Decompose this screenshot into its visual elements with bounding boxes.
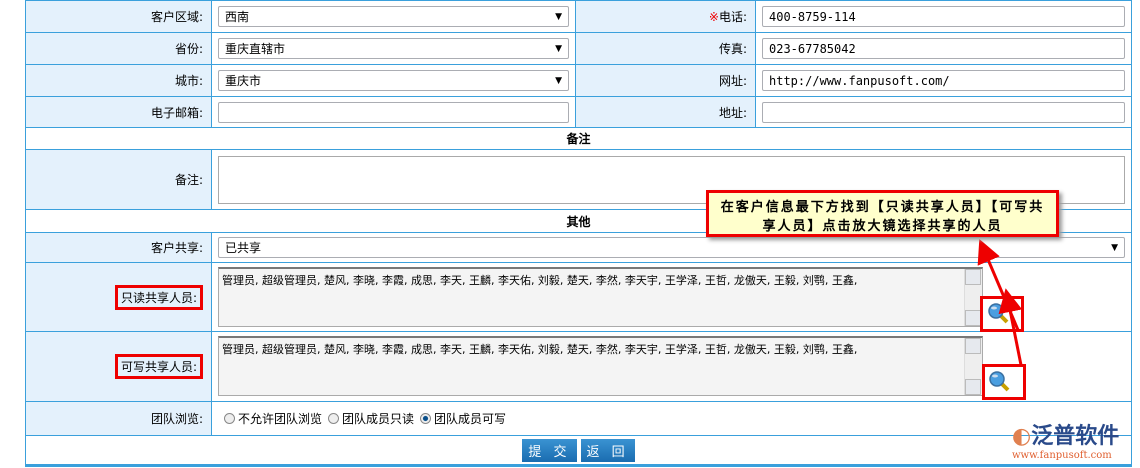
radio-team-readonly[interactable]: 团队成员只读 [328,410,414,427]
writable-share-textarea[interactable]: 管理员, 超级管理员, 楚风, 李晓, 李霞, 成思, 李天, 王麟, 李天佑,… [218,336,983,396]
writable-share-label: 可写共享人员: [114,354,203,379]
team-browse-label: 团队浏览: [26,402,212,435]
region-label: 客户区域: [26,1,212,32]
required-mark: ※ [708,9,719,24]
row-readonly-share: 只读共享人员: 管理员, 超级管理员, 楚风, 李晓, 李霞, 成思, 李天, … [26,263,1131,332]
readonly-share-label: 只读共享人员: [114,284,203,310]
row-city: 城市: 重庆市 ▼ 网址: http://www.fanpusoft.com/ [26,65,1131,97]
email-label: 电子邮箱: [26,97,212,127]
row-email: 电子邮箱: 地址: [26,97,1131,128]
chevron-down-icon: ▼ [1111,242,1118,253]
row-region: 客户区域: 西南 ▼ ※ 电话: 400-8759-114 [26,0,1131,33]
radio-label: 团队成员可写 [434,412,507,426]
remarks-section-title: 备注 [26,128,1131,149]
radio-label: 团队成员只读 [342,412,415,426]
phone-input[interactable]: 400-8759-114 [762,6,1125,27]
region-select[interactable]: 西南 ▼ [218,6,569,27]
address-label: 地址: [576,97,756,127]
share-value: 已共享 [225,241,262,255]
radio-no-team-browse[interactable]: 不允许团队浏览 [224,410,322,427]
website-input[interactable]: http://www.fanpusoft.com/ [762,70,1125,91]
email-input[interactable] [218,101,569,123]
fax-input[interactable]: 023-67785042 [762,38,1125,59]
city-label: 城市: [26,65,212,96]
phone-label: 电话: [718,10,747,24]
readonly-share-textarea[interactable]: 管理员, 超级管理员, 楚风, 李晓, 李霞, 成思, 李天, 王麟, 李天佑,… [218,267,983,327]
readonly-share-value: 管理员, 超级管理员, 楚风, 李晓, 李霞, 成思, 李天, 王麟, 李天佑,… [222,274,858,287]
radio-icon [328,413,340,424]
chevron-down-icon: ▼ [555,75,562,86]
province-value: 重庆直辖市 [225,42,286,56]
writable-share-value: 管理员, 超级管理员, 楚风, 李晓, 李霞, 成思, 李天, 王麟, 李天佑,… [222,343,858,356]
button-row: 提 交 返 回 [26,436,1131,467]
share-select[interactable]: 已共享 ▼ [218,237,1125,258]
row-share: 客户共享: 已共享 ▼ [26,233,1131,263]
address-input[interactable] [762,101,1125,123]
logo: ◐泛普软件 www.fanpusoft.com [1012,418,1119,461]
row-province: 省份: 重庆直辖市 ▼ 传真: 023-67785042 [26,33,1131,65]
logo-icon: ◐ [1012,424,1032,449]
logo-name: 泛普软件 [1031,424,1120,449]
row-team-browse: 团队浏览: 不允许团队浏览 团队成员只读 团队成员可写 [26,402,1131,436]
back-button[interactable]: 返 回 [580,438,635,462]
magnifier-icon[interactable] [988,370,1012,394]
province-label: 省份: [26,33,212,64]
share-label: 客户共享: [26,233,212,262]
submit-button[interactable]: 提 交 [522,438,577,462]
scrollbar[interactable] [964,338,982,395]
city-select[interactable]: 重庆市 ▼ [218,70,569,91]
fax-label: 传真: [576,33,756,64]
radio-selected-icon [420,413,432,424]
logo-url: www.fanpusoft.com [1012,450,1112,461]
row-writable-share: 可写共享人员: 管理员, 超级管理员, 楚风, 李晓, 李霞, 成思, 李天, … [26,332,1131,402]
chevron-down-icon: ▼ [555,43,562,54]
radio-icon [224,413,235,424]
city-value: 重庆市 [225,74,262,88]
region-value: 西南 [225,10,250,24]
radio-label: 不允许团队浏览 [238,412,323,426]
chevron-down-icon: ▼ [555,11,562,22]
instruction-callout: 在客户信息最下方找到【只读共享人员】【可写共享人员】点击放大镜选择共享的人员 [706,190,1059,237]
province-select[interactable]: 重庆直辖市 ▼ [218,38,569,59]
website-label: 网址: [576,65,756,96]
remarks-label: 备注: [26,150,212,209]
magnifier-icon[interactable] [987,302,1011,326]
radio-team-writable[interactable]: 团队成员可写 [420,410,506,427]
